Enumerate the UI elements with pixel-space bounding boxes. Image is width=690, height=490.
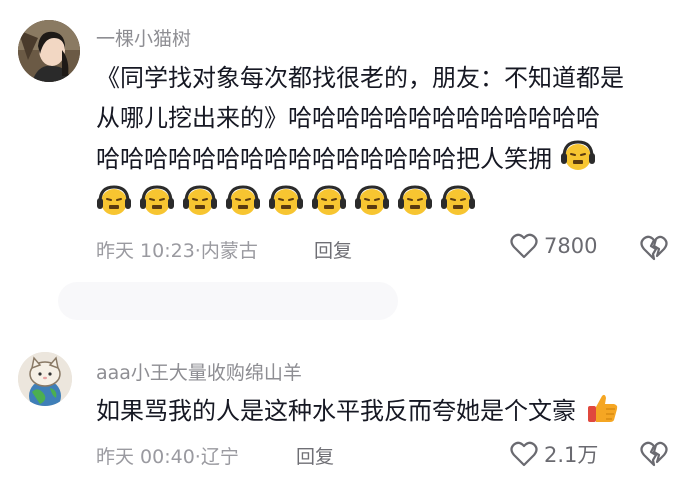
comment-text: 如果骂我的人是这种水平我反而夸她是个文豪	[96, 390, 676, 431]
faded-placeholder	[58, 282, 398, 320]
comment-text-line: 哈哈哈哈哈哈哈哈哈哈哈哈哈哈哈把人笑拥	[96, 138, 676, 179]
comment-meta: 昨天 00:40·辽宁	[96, 442, 239, 469]
grimacing-headphones-emoji	[355, 185, 389, 215]
comment-item: 一棵小猫树 《同学找对象每次都找很老的，朋友：不知道都是 从哪儿挖出来的》哈哈哈…	[0, 0, 690, 280]
comment-location: 辽宁	[200, 446, 239, 468]
grimacing-headphones-emoji	[269, 185, 303, 215]
thumbs-up-emoji	[587, 394, 617, 422]
like-button[interactable]: 2.1万	[510, 439, 598, 469]
comment-username[interactable]: aaa小王大量收购绵山羊	[96, 358, 302, 385]
comment-text-line: 《同学找对象每次都找很老的，朋友：不知道都是	[96, 64, 624, 92]
comment-item: aaa小王大量收购绵山羊 如果骂我的人是这种水平我反而夸她是个文豪 昨天 00:…	[0, 340, 690, 490]
comment-text: 《同学找对象每次都找很老的，朋友：不知道都是 从哪儿挖出来的》哈哈哈哈哈哈哈哈哈…	[96, 58, 676, 219]
broken-heart-icon	[640, 235, 668, 261]
avatar[interactable]	[18, 20, 80, 82]
grimacing-headphones-emoji	[183, 185, 217, 215]
reply-button[interactable]: 回复	[314, 236, 352, 263]
like-button[interactable]: 7800	[510, 233, 597, 259]
comment-location: 内蒙古	[200, 240, 258, 262]
comment-text-line: 从哪儿挖出来的》哈哈哈哈哈哈哈哈哈哈哈哈哈	[96, 104, 600, 132]
heart-icon	[510, 233, 538, 259]
grimacing-headphones-emoji	[312, 185, 346, 215]
emoji-row	[96, 183, 676, 219]
comment-time: 昨天 00:40	[96, 446, 195, 468]
comment-time: 昨天 10:23	[96, 240, 195, 262]
comment-text-segment: 如果骂我的人是这种水平我反而夸她是个文豪	[96, 397, 576, 425]
grimacing-headphones-emoji	[560, 140, 595, 170]
dislike-button[interactable]	[640, 235, 668, 265]
heart-icon	[510, 441, 538, 467]
grimacing-headphones-emoji	[97, 185, 131, 215]
comment-text-segment: 哈哈哈哈哈哈哈哈哈哈哈哈哈哈哈把人笑拥	[96, 145, 552, 173]
grimacing-headphones-emoji	[441, 185, 475, 215]
dislike-button[interactable]	[640, 441, 668, 471]
grimacing-headphones-emoji	[398, 185, 432, 215]
avatar[interactable]	[18, 352, 72, 406]
like-count: 2.1万	[544, 443, 599, 467]
comment-username[interactable]: 一棵小猫树	[96, 24, 191, 51]
like-count: 7800	[544, 234, 598, 258]
broken-heart-icon	[640, 441, 668, 467]
grimacing-headphones-emoji	[140, 185, 174, 215]
reply-button[interactable]: 回复	[296, 442, 334, 469]
comment-meta: 昨天 10:23·内蒙古	[96, 236, 258, 263]
grimacing-headphones-emoji	[226, 185, 260, 215]
